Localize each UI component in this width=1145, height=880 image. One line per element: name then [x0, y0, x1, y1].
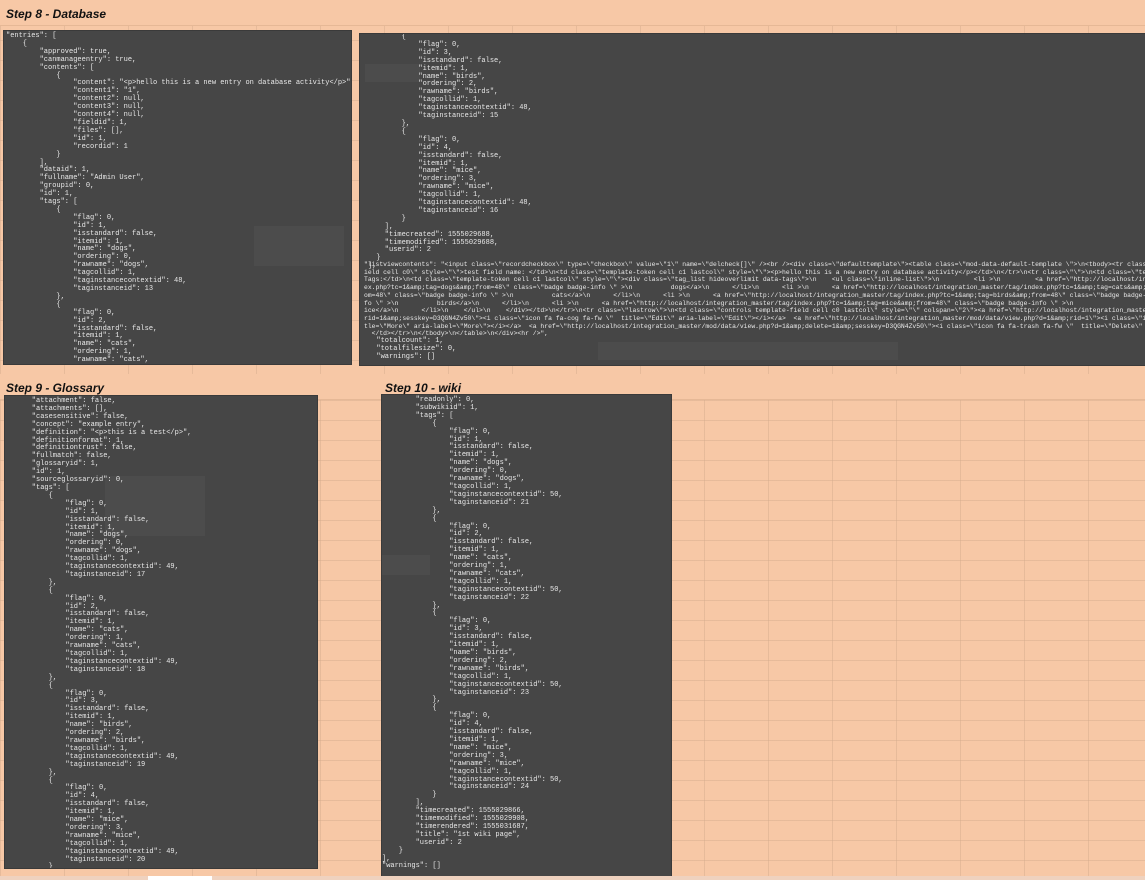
- step8-right-code-bottom: "totalcount": 1, "totalfilesize": 0, "wa…: [376, 337, 457, 361]
- step8-json-panel-left: "entries": [ { "approved": true, "canman…: [4, 31, 351, 364]
- sheet-tab[interactable]: [148, 876, 212, 880]
- step9-label: Step 9 - Glossary: [6, 381, 105, 395]
- step8-json-panel-right: { "flag": 0, "id": 3, "isstandard": fals…: [360, 34, 1145, 365]
- step8-label: Step 8 - Database: [6, 7, 107, 21]
- spreadsheet-row-band: [0, 0, 1145, 26]
- step10-code: "readonly": 0, "subwikiid": 1, "tags": […: [382, 396, 563, 871]
- step10-label: Step 10 - wiki: [385, 381, 462, 395]
- step8-left-code: "entries": [ { "approved": true, "canman…: [6, 32, 351, 364]
- step10-json-panel: "readonly": 0, "subwikiid": 1, "tags": […: [382, 395, 671, 876]
- step9-code: "attachment": false, "attachments": [], …: [31, 397, 192, 868]
- step9-json-panel: "attachment": false, "attachments": [], …: [5, 396, 317, 868]
